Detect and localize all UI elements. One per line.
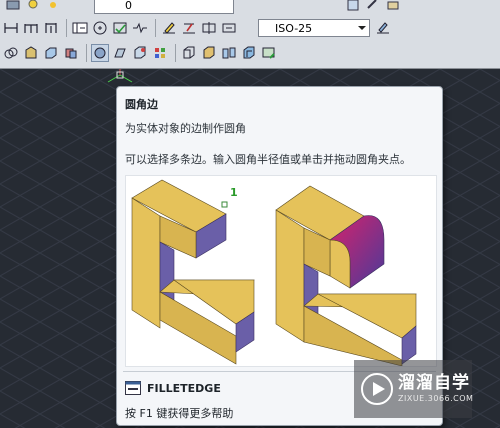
- command-name: FILLETEDGE: [147, 381, 221, 395]
- layer-state-icon[interactable]: [4, 0, 22, 14]
- toolbar-area: 0 ISO-25: [0, 0, 500, 69]
- chevron-down-icon: [358, 26, 366, 30]
- layer-prev-icon[interactable]: [384, 0, 402, 14]
- inspect-icon[interactable]: [111, 19, 129, 37]
- interfere-icon[interactable]: [62, 44, 80, 62]
- move-faces-icon[interactable]: [111, 44, 129, 62]
- extrude-faces-icon[interactable]: [91, 44, 109, 62]
- match-icon[interactable]: [364, 0, 382, 14]
- linear-dim-icon[interactable]: [2, 19, 20, 37]
- imprint-icon[interactable]: [180, 44, 198, 62]
- tolerance-icon[interactable]: [71, 19, 89, 37]
- watermark-text: 溜溜自学: [398, 373, 470, 393]
- properties-icon[interactable]: [344, 0, 362, 14]
- jogged-linear-icon[interactable]: [131, 19, 149, 37]
- layer-value: 0: [125, 0, 132, 12]
- offset-faces-icon[interactable]: [131, 44, 149, 62]
- delete-faces-icon[interactable]: [151, 44, 169, 62]
- center-mark-icon[interactable]: [91, 19, 109, 37]
- toolbar-row-2: [2, 17, 240, 39]
- dim-update-icon[interactable]: [200, 19, 218, 37]
- watermark-url: ZIXUE.3066.COM: [398, 394, 474, 403]
- tooltip-description: 为实体对象的边制作圆角: [125, 122, 246, 135]
- sun-icon[interactable]: [44, 0, 62, 14]
- toolbar-row-2-right: [374, 17, 394, 39]
- dim-override-icon[interactable]: [220, 19, 238, 37]
- union-icon[interactable]: [2, 44, 20, 62]
- edge-marker-label: 1: [230, 186, 238, 199]
- separator: [86, 44, 87, 62]
- separate-icon[interactable]: [220, 44, 238, 62]
- toolbar-row-3: [2, 42, 280, 64]
- play-logo-icon: [361, 373, 393, 405]
- solid-before: 1: [131, 179, 255, 365]
- tooltip-command-row: FILLETEDGE: [125, 381, 221, 395]
- separator: [155, 19, 156, 37]
- lightbulb-icon[interactable]: [24, 0, 42, 14]
- baseline-dim-icon[interactable]: [42, 19, 60, 37]
- subtract-icon[interactable]: [22, 44, 40, 62]
- dim-text-edit-icon[interactable]: [180, 19, 198, 37]
- layer-dropdown[interactable]: 0: [94, 0, 234, 14]
- intersect-icon[interactable]: [42, 44, 60, 62]
- dimstyle-value: ISO-25: [275, 21, 313, 35]
- tooltip-help: 按 F1 键获得更多帮助: [125, 407, 234, 420]
- dim-edit-icon[interactable]: [160, 19, 178, 37]
- clean-icon[interactable]: [200, 44, 218, 62]
- tooltip-title: 圆角边: [125, 98, 158, 111]
- dimstyle-dropdown[interactable]: ISO-25: [258, 19, 370, 37]
- separator: [66, 19, 67, 37]
- solid-after: [275, 185, 417, 367]
- toolbar-row-1-right: [344, 0, 404, 16]
- check-icon[interactable]: [260, 44, 278, 62]
- shell-icon[interactable]: [240, 44, 258, 62]
- fillet-illustration: 1: [125, 175, 437, 367]
- aligned-dim-icon[interactable]: [22, 19, 40, 37]
- separator: [175, 44, 176, 62]
- dimstyle-manager-icon[interactable]: [374, 19, 392, 37]
- toolbar-row-1: [4, 0, 64, 16]
- watermark: 溜溜自学 ZIXUE.3066.COM: [354, 360, 474, 418]
- command-line-icon: [125, 381, 141, 395]
- tooltip-hint: 可以选择多条边。输入圆角半径值或单击并拖动圆角夹点。: [125, 153, 411, 166]
